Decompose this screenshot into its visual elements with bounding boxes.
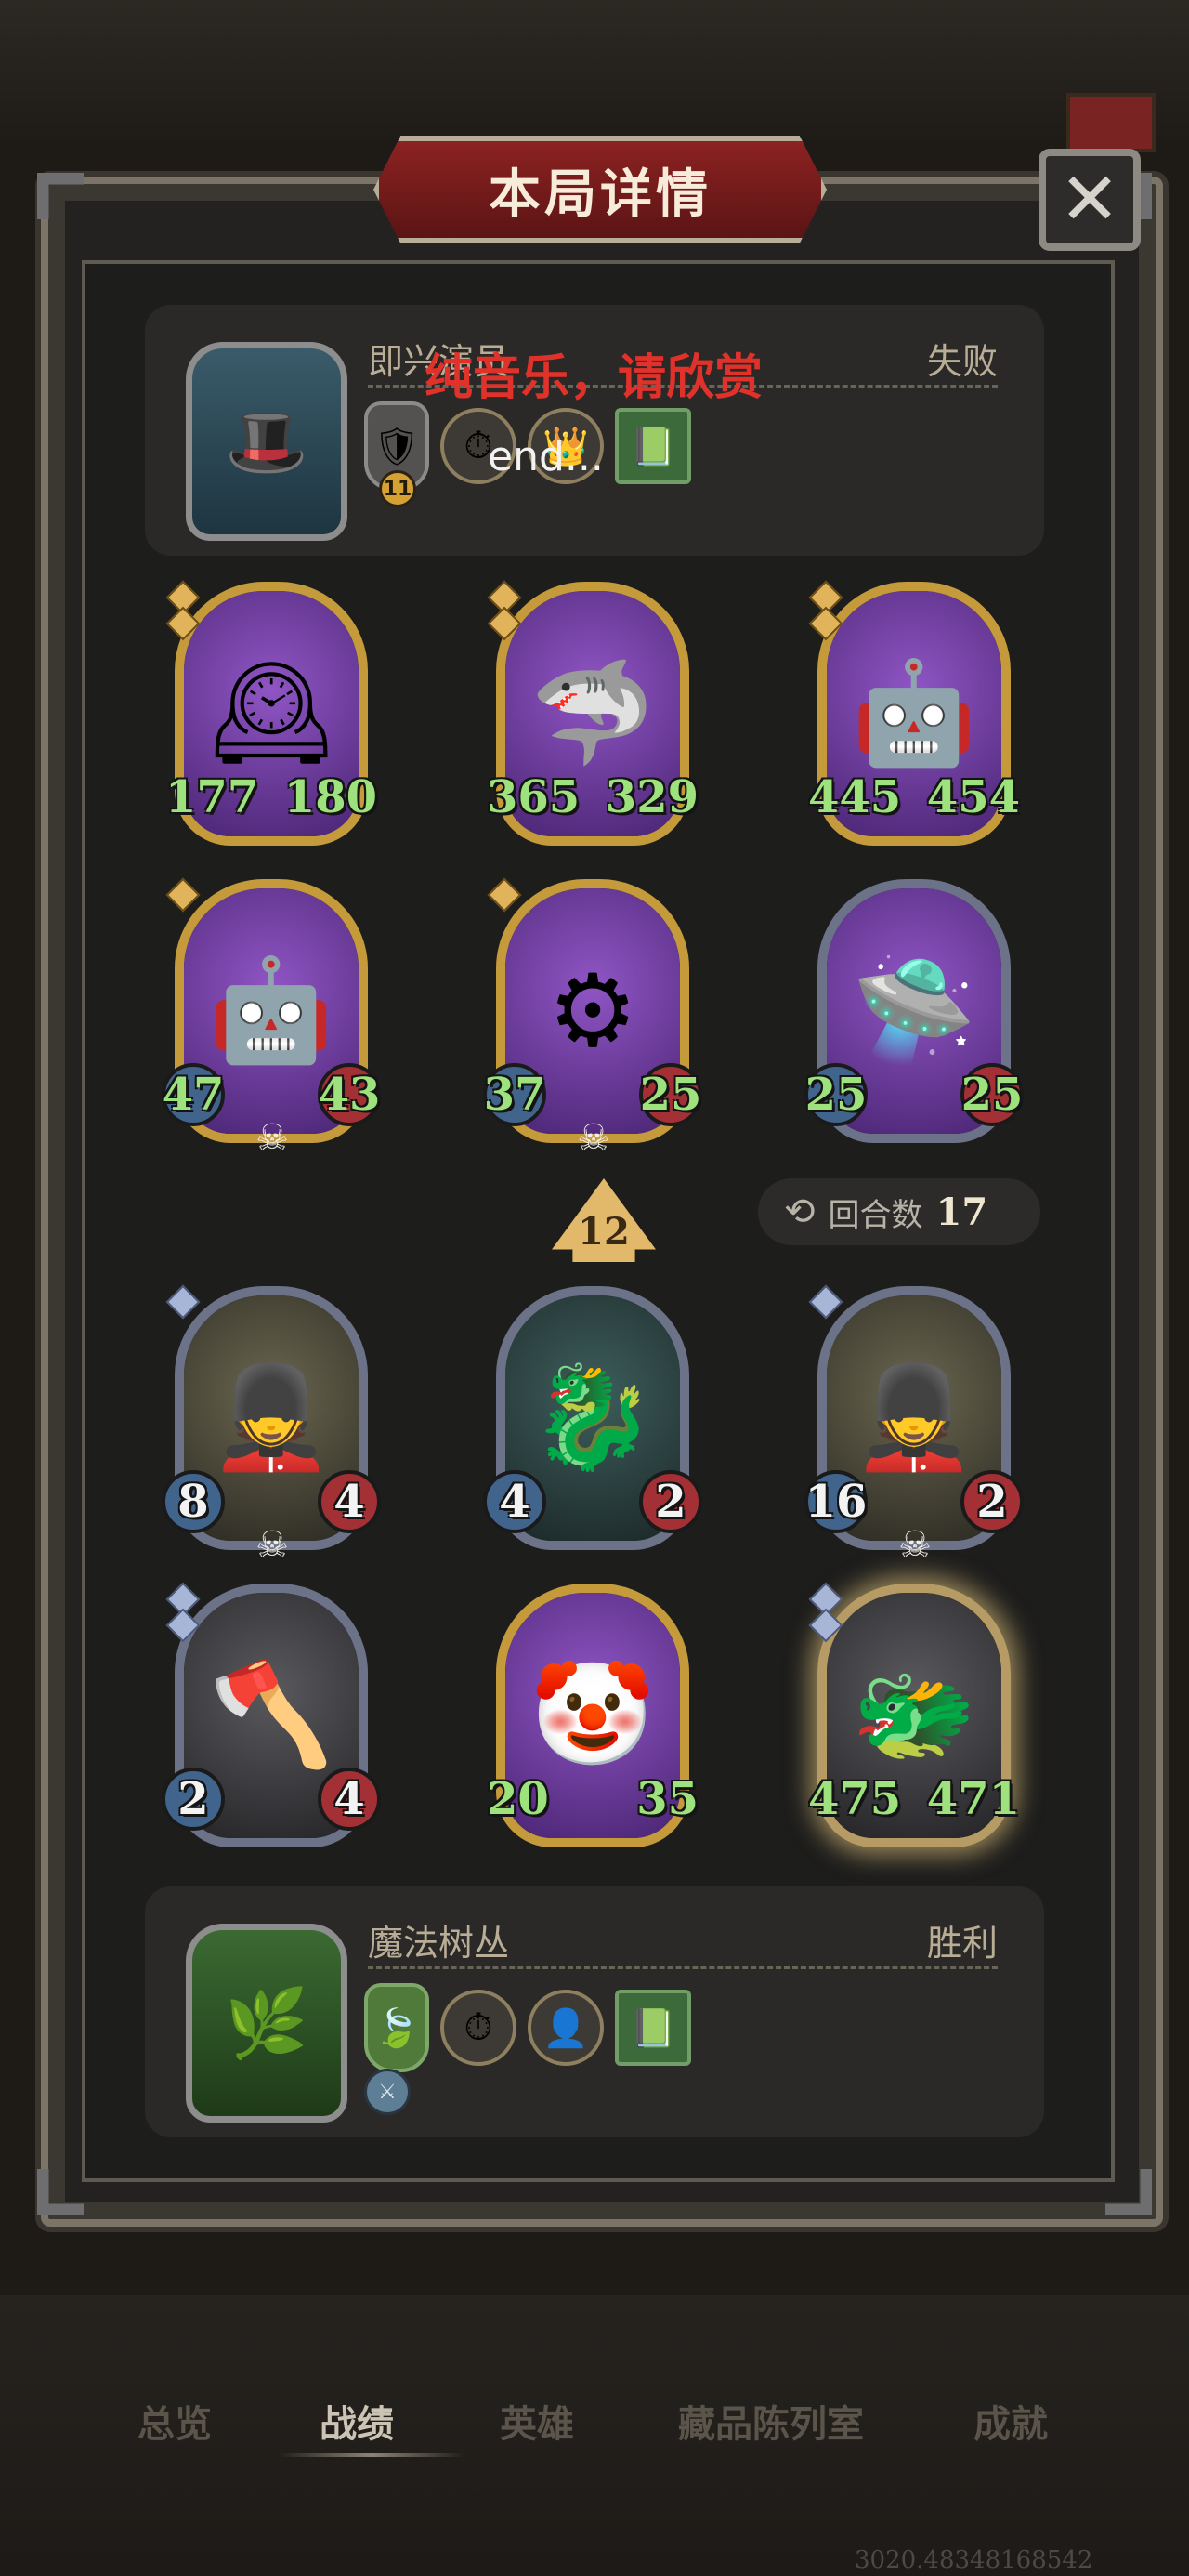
close-button[interactable]: ✕ xyxy=(1039,149,1141,251)
rounds-counter: ⟲ 回合数 17 xyxy=(758,1178,1040,1245)
title-plate: 本局详情 xyxy=(373,136,827,243)
opponent-minion-6[interactable]: 🛸 25 25 xyxy=(804,879,1024,1143)
watermark-text: 3020.48348168542 xyxy=(855,2546,1093,2574)
attack-value: 4 xyxy=(483,1470,546,1533)
health-value: 43 xyxy=(318,1063,381,1126)
player-minion-6[interactable]: 🐲 475 471 xyxy=(808,1582,1020,1847)
player-minion-1[interactable]: 💂 8 4 ☠ xyxy=(162,1284,381,1565)
player-result: 胜利 xyxy=(926,1923,998,1964)
attack-value: 365 xyxy=(487,771,581,823)
skull-icon: ☠ xyxy=(577,1117,610,1160)
player-items: 🍃 ⏱ 👤 📗 xyxy=(364,1983,691,2072)
tab-overview[interactable]: 总览 xyxy=(137,2394,212,2448)
rounds-label: 回合数 xyxy=(828,1196,923,1234)
opponent-minion-1[interactable]: 🕰 177 180 xyxy=(165,580,377,846)
level-badge: 11 xyxy=(379,470,416,507)
attack-value: 2 xyxy=(162,1768,225,1831)
repeat-icon: ⟲ xyxy=(784,1190,816,1233)
sword-skill-icon[interactable]: ⚔ xyxy=(364,2069,411,2115)
health-value: 180 xyxy=(283,771,377,823)
health-value: 2 xyxy=(960,1470,1024,1533)
skull-icon: ☠ xyxy=(255,1117,289,1160)
attack-value: 475 xyxy=(808,1773,902,1825)
banner-flag xyxy=(1066,93,1156,152)
overlay-caption-red: 纯音乐，请欣赏 xyxy=(425,350,764,406)
health-value: 25 xyxy=(960,1063,1024,1126)
health-value: 454 xyxy=(926,771,1020,823)
attack-value: 445 xyxy=(808,771,902,823)
opponent-result: 失败 xyxy=(926,341,998,382)
player-minion-3[interactable]: 💂 16 2 ☠ xyxy=(804,1284,1024,1565)
player-minion-4[interactable]: 🪓 2 4 xyxy=(162,1582,381,1847)
health-value: 4 xyxy=(318,1768,381,1831)
player-minion-5[interactable]: 🤡 20 35 xyxy=(487,1584,699,1847)
top-background xyxy=(0,0,1189,139)
player-minion-2[interactable]: 🐉 4 2 xyxy=(483,1286,702,1550)
tab-achievements[interactable]: 成就 xyxy=(973,2394,1048,2448)
opponent-minion-3[interactable]: 🤖 445 454 xyxy=(808,580,1020,846)
attack-value: 37 xyxy=(483,1063,546,1126)
close-icon: ✕ xyxy=(1059,158,1120,242)
player-name: 魔法树丛 xyxy=(368,1923,510,1964)
opponent-minion-5[interactable]: ⚙ 37 25 ☠ xyxy=(483,877,702,1158)
attack-value: 8 xyxy=(162,1470,225,1533)
damage-value: 12 xyxy=(578,1209,630,1254)
health-value: 35 xyxy=(636,1773,699,1825)
leaf-shield-icon[interactable]: 🍃 xyxy=(364,1983,429,2072)
attack-value: 25 xyxy=(804,1063,868,1126)
opponent-minion-2[interactable]: 🦈 365 329 xyxy=(487,580,699,846)
opponent-minion-4[interactable]: 🤖 47 43 ☠ xyxy=(162,877,381,1158)
skull-icon: ☠ xyxy=(898,1524,932,1567)
health-value: 4 xyxy=(318,1470,381,1533)
active-tab-indicator xyxy=(279,2453,464,2457)
tab-heroes[interactable]: 英雄 xyxy=(500,2394,574,2448)
spellbook-icon[interactable]: 📗 xyxy=(615,408,691,484)
health-value: 471 xyxy=(926,1773,1020,1825)
overlay-caption-white: end... xyxy=(488,433,604,480)
opponent-hero-portrait[interactable]: 🎩 xyxy=(186,342,347,541)
attack-value: 20 xyxy=(487,1773,549,1825)
modal-title: 本局详情 xyxy=(489,164,712,225)
tab-records[interactable]: 战绩 xyxy=(320,2394,394,2448)
divider xyxy=(368,1966,998,1969)
player-panel: 🌿 魔法树丛 胜利 🍃 ⏱ 👤 📗 ⚔ xyxy=(145,1886,1044,2137)
tab-collection[interactable]: 藏品陈列室 xyxy=(678,2394,864,2448)
attack-value: 16 xyxy=(804,1470,868,1533)
relic-face-icon[interactable]: 👤 xyxy=(528,1990,604,2066)
pocket-watch-icon[interactable]: ⏱ xyxy=(440,1990,516,2066)
health-value: 2 xyxy=(639,1470,702,1533)
rounds-value: 17 xyxy=(935,1189,988,1234)
spellbook-icon[interactable]: 📗 xyxy=(615,1990,691,2066)
skull-icon: ☠ xyxy=(255,1524,289,1567)
health-value: 25 xyxy=(639,1063,702,1126)
health-value: 329 xyxy=(605,771,699,823)
player-hero-portrait[interactable]: 🌿 xyxy=(186,1924,347,2123)
attack-value: 177 xyxy=(165,771,259,823)
attack-value: 47 xyxy=(162,1063,225,1126)
